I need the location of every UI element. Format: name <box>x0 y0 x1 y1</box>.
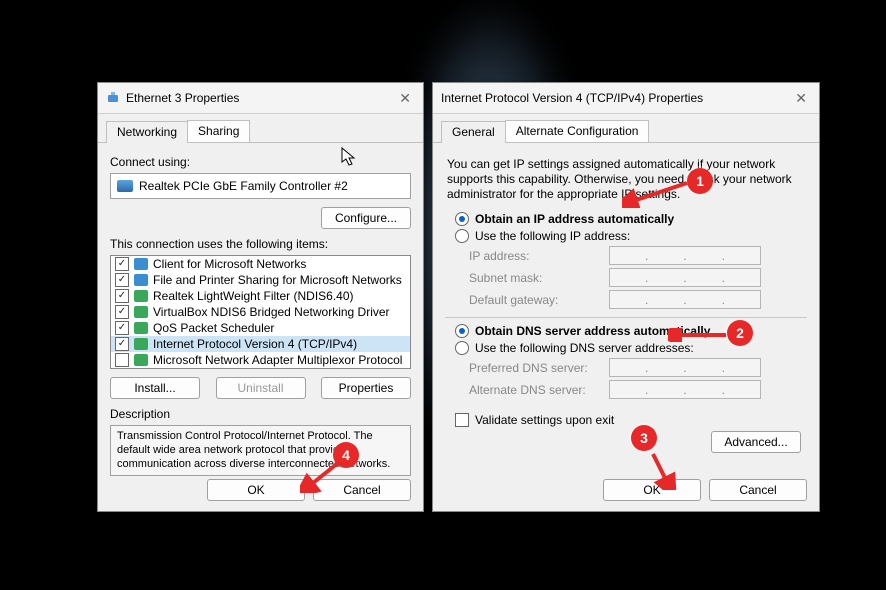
list-item[interactable]: File and Printer Sharing for Microsoft N… <box>111 272 410 288</box>
checkbox-icon[interactable] <box>115 305 129 319</box>
radio-obtain-dns-auto[interactable]: Obtain DNS server address automatically <box>455 324 807 338</box>
radio-icon <box>455 229 469 243</box>
list-item[interactable]: Client for Microsoft Networks <box>111 256 410 272</box>
checkbox-icon[interactable] <box>115 321 129 335</box>
description-heading: Description <box>110 407 411 421</box>
tab-networking[interactable]: Networking <box>106 121 188 143</box>
preferred-dns-field: ... <box>609 358 761 377</box>
components-list[interactable]: Client for Microsoft Networks File and Pr… <box>110 255 411 369</box>
checkbox-icon[interactable] <box>115 257 129 271</box>
checkbox-icon[interactable] <box>115 273 129 287</box>
validate-settings-checkbox[interactable]: Validate settings upon exit <box>455 413 807 427</box>
uninstall-button[interactable]: Uninstall <box>216 377 306 399</box>
adapter-name: Realtek PCIe GbE Family Controller #2 <box>139 179 348 193</box>
annotation-badge-1: 1 <box>687 168 713 194</box>
ipv4-properties-dialog: Internet Protocol Version 4 (TCP/IPv4) P… <box>432 82 820 512</box>
list-item-label: Internet Protocol Version 4 (TCP/IPv4) <box>153 337 357 351</box>
tabs: General Alternate Configuration <box>433 114 819 143</box>
list-item-label: VirtualBox NDIS6 Bridged Networking Driv… <box>153 305 390 319</box>
component-icon <box>134 322 148 334</box>
annotation-badge-4: 4 <box>333 442 359 468</box>
subnet-mask-field: ... <box>609 268 761 287</box>
radio-label: Obtain DNS server address automatically <box>475 324 710 338</box>
radio-icon <box>455 324 469 338</box>
titlebar: Ethernet 3 Properties ✕ <box>98 83 423 114</box>
list-item[interactable]: QoS Packet Scheduler <box>111 320 410 336</box>
list-item-label: File and Printer Sharing for Microsoft N… <box>153 273 402 287</box>
advanced-button[interactable]: Advanced... <box>711 431 801 453</box>
cancel-button[interactable]: Cancel <box>709 479 807 501</box>
mouse-cursor-icon <box>341 147 357 167</box>
radio-use-ip[interactable]: Use the following IP address: <box>455 229 807 243</box>
install-button[interactable]: Install... <box>110 377 200 399</box>
radio-use-dns[interactable]: Use the following DNS server addresses: <box>455 341 807 355</box>
list-item[interactable]: Microsoft Network Adapter Multiplexor Pr… <box>111 352 410 368</box>
description-text: Transmission Control Protocol/Internet P… <box>110 425 411 476</box>
checkbox-icon <box>455 413 469 427</box>
preferred-dns-label: Preferred DNS server: <box>469 361 609 375</box>
configure-button[interactable]: Configure... <box>321 207 411 229</box>
radio-label: Obtain an IP address automatically <box>475 212 674 226</box>
ip-address-field: ... <box>609 246 761 265</box>
subnet-mask-label: Subnet mask: <box>469 271 609 285</box>
alternate-dns-label: Alternate DNS server: <box>469 383 609 397</box>
radio-label: Use the following IP address: <box>475 229 630 243</box>
checkbox-icon[interactable] <box>115 337 129 351</box>
checkbox-label: Validate settings upon exit <box>475 413 614 427</box>
alternate-dns-field: ... <box>609 380 761 399</box>
adapter-field: Realtek PCIe GbE Family Controller #2 <box>110 173 411 199</box>
component-icon <box>134 274 148 286</box>
items-label: This connection uses the following items… <box>110 237 411 251</box>
cancel-button[interactable]: Cancel <box>313 479 411 501</box>
component-icon <box>134 290 148 302</box>
ok-button[interactable]: OK <box>207 479 305 501</box>
list-item-label: Microsoft Network Adapter Multiplexor Pr… <box>153 353 402 367</box>
properties-button[interactable]: Properties <box>321 377 411 399</box>
radio-label: Use the following DNS server addresses: <box>475 341 694 355</box>
checkbox-icon[interactable] <box>115 289 129 303</box>
ethernet-properties-dialog: Ethernet 3 Properties ✕ Networking Shari… <box>97 82 424 512</box>
tab-general[interactable]: General <box>441 121 506 143</box>
list-item-label: Realtek LightWeight Filter (NDIS6.40) <box>153 289 354 303</box>
close-icon[interactable]: ✕ <box>791 90 811 107</box>
component-icon <box>134 354 148 366</box>
tab-sharing[interactable]: Sharing <box>187 120 250 142</box>
default-gateway-label: Default gateway: <box>469 293 609 307</box>
radio-obtain-ip-auto[interactable]: Obtain an IP address automatically <box>455 212 807 226</box>
network-icon <box>106 91 120 105</box>
default-gateway-field: ... <box>609 290 761 309</box>
list-item[interactable]: VirtualBox NDIS6 Bridged Networking Driv… <box>111 304 410 320</box>
dialog-title: Internet Protocol Version 4 (TCP/IPv4) P… <box>441 91 791 105</box>
close-icon[interactable]: ✕ <box>395 90 415 107</box>
radio-icon <box>455 212 469 226</box>
component-icon <box>134 258 148 270</box>
radio-icon <box>455 341 469 355</box>
checkbox-icon[interactable] <box>115 353 129 367</box>
list-item-label: QoS Packet Scheduler <box>153 321 274 335</box>
intro-text: You can get IP settings assigned automat… <box>447 157 805 202</box>
component-icon <box>134 338 148 350</box>
list-item[interactable]: Realtek LightWeight Filter (NDIS6.40) <box>111 288 410 304</box>
component-icon <box>134 306 148 318</box>
list-item-label: Client for Microsoft Networks <box>153 257 306 271</box>
annotation-badge-3: 3 <box>631 425 657 451</box>
dialog-title: Ethernet 3 Properties <box>126 91 395 105</box>
nic-icon <box>117 180 133 192</box>
titlebar: Internet Protocol Version 4 (TCP/IPv4) P… <box>433 83 819 114</box>
annotation-badge-2: 2 <box>727 320 753 346</box>
tab-alternate-configuration[interactable]: Alternate Configuration <box>505 120 650 142</box>
ok-button[interactable]: OK <box>603 479 701 501</box>
connect-using-label: Connect using: <box>110 155 411 169</box>
ip-address-label: IP address: <box>469 249 609 263</box>
tabs: Networking Sharing <box>98 114 423 143</box>
list-item[interactable]: Internet Protocol Version 4 (TCP/IPv4) <box>111 336 410 352</box>
